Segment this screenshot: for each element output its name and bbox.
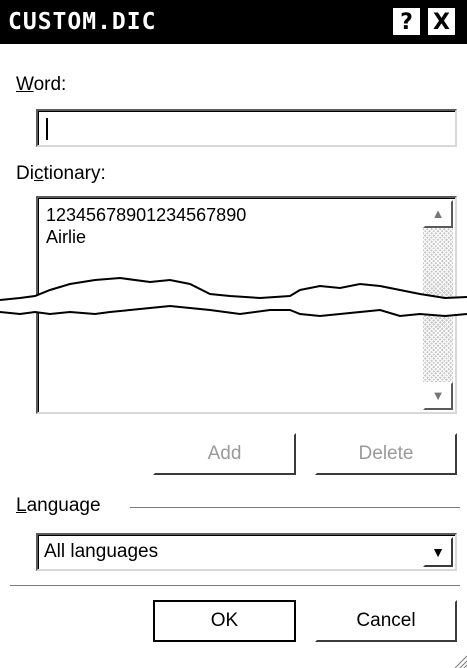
word-input-frame (36, 109, 457, 147)
dictionary-items: 12345678901234567890 Airlie (46, 204, 246, 248)
custom-dictionary-dialog: CUSTOM.DIC ? X Word: Dictionary: 1234567… (0, 0, 467, 668)
delete-button[interactable]: Delete (315, 433, 457, 475)
language-dropdown[interactable]: All languages ▼ (36, 533, 457, 571)
list-item[interactable]: 12345678901234567890 (46, 204, 246, 226)
chevron-down-icon[interactable]: ▼ (423, 537, 453, 567)
help-button[interactable]: ? (393, 8, 420, 35)
scroll-down-arrow-icon[interactable]: ▼ (423, 382, 453, 410)
torn-edge-decoration (0, 276, 467, 318)
scroll-up-arrow-icon[interactable]: ▲ (423, 200, 453, 228)
word-input[interactable] (44, 116, 444, 140)
list-item[interactable]: Airlie (46, 226, 246, 248)
footer-divider (10, 585, 460, 586)
language-group-divider (130, 507, 460, 509)
cancel-button[interactable]: Cancel (315, 600, 457, 642)
title-bar[interactable]: CUSTOM.DIC ? X (0, 0, 467, 44)
dictionary-label: Dictionary: (16, 163, 106, 184)
close-button[interactable]: X (428, 8, 455, 35)
add-button[interactable]: Add (153, 433, 296, 475)
language-selected-value: All languages (44, 541, 159, 562)
ok-button[interactable]: OK (153, 600, 296, 642)
language-label: Language (16, 495, 101, 516)
text-caret (46, 118, 48, 140)
word-label: Word: (16, 74, 67, 95)
window-title: CUSTOM.DIC (8, 9, 157, 35)
resize-grip-icon[interactable] (451, 652, 467, 668)
